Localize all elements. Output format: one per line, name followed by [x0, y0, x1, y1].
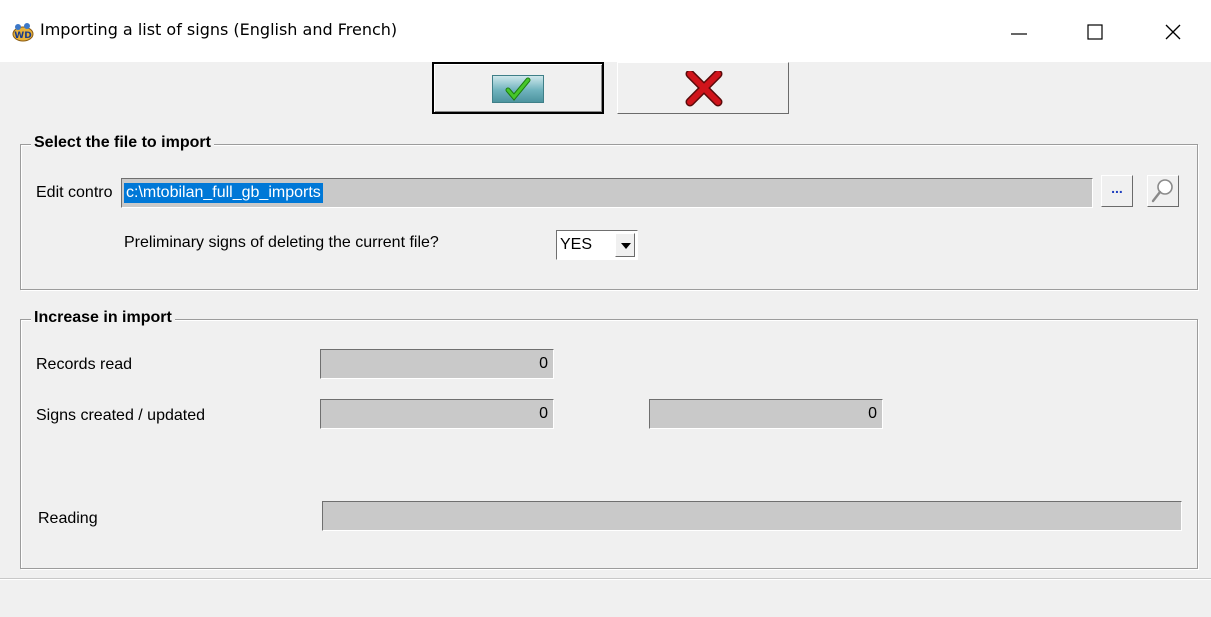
wd-app-icon: WD [12, 23, 34, 42]
signs-updated-value: 0 [868, 405, 877, 422]
records-read-label: Records read [36, 356, 133, 373]
magnifier-icon [1151, 179, 1173, 203]
maximize-icon [1087, 24, 1103, 40]
signs-created-field: 0 [320, 399, 554, 429]
cancel-button[interactable] [617, 62, 789, 114]
minimize-button[interactable] [996, 12, 1042, 52]
reading-label: Reading [38, 510, 98, 527]
svg-text:WD: WD [14, 31, 31, 41]
red-x-icon [685, 71, 723, 107]
edit-control-label: Edit contro [36, 184, 113, 201]
increase-group: Increase in import [20, 309, 1198, 569]
search-button[interactable] [1147, 175, 1179, 207]
delete-question-label: Preliminary signs of deleting the curren… [124, 234, 439, 251]
close-button[interactable] [1150, 12, 1196, 52]
green-checkmark-icon [492, 75, 544, 103]
delete-select-value: YES [560, 236, 593, 253]
delete-select[interactable]: YES [556, 230, 638, 260]
title-bar: WD Importing a list of signs (English an… [0, 0, 1211, 62]
close-icon [1165, 24, 1181, 40]
browse-button[interactable]: ... [1101, 175, 1133, 207]
reading-progress-bar [322, 501, 1182, 531]
records-read-field: 0 [320, 349, 554, 379]
signs-created-value: 0 [539, 405, 548, 422]
records-read-value: 0 [539, 355, 548, 372]
ok-button[interactable] [432, 62, 604, 114]
increase-legend: Increase in import [31, 309, 175, 327]
signs-updated-field: 0 [649, 399, 883, 429]
chevron-down-icon [621, 243, 631, 249]
select-file-group: Select the file to import [20, 134, 1198, 290]
select-file-legend: Select the file to import [31, 134, 214, 152]
file-path-value: c:\mtobilan_full_gb_imports [124, 183, 323, 203]
file-path-field[interactable]: c:\mtobilan_full_gb_imports [121, 178, 1093, 208]
browse-label: ... [1111, 180, 1123, 196]
window-title: Importing a list of signs (English and F… [40, 20, 398, 39]
delete-select-dropdown[interactable] [615, 233, 635, 257]
signs-label: Signs created / updated [36, 407, 206, 424]
maximize-button[interactable] [1072, 12, 1118, 52]
minimize-icon [1011, 33, 1027, 35]
status-bar [0, 578, 1211, 617]
